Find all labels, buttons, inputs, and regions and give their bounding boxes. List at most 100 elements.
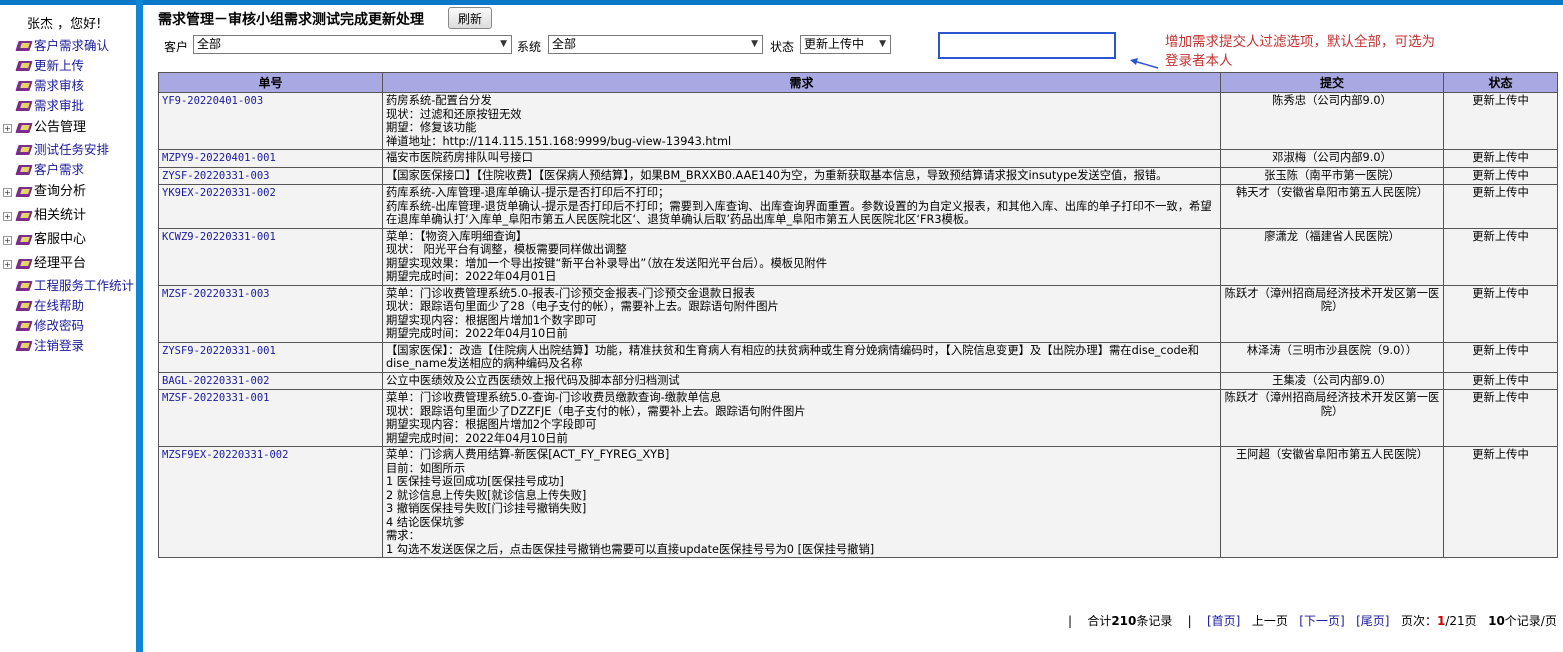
demand-line: 菜单：门诊收费管理系统5.0-报表-门诊预交金报表-门诊预交金退款日报表 [386,286,756,300]
sidebar-item-label[interactable]: 修改密码 [34,316,84,336]
sidebar-item[interactable]: 客户需求 [0,160,136,180]
main-content: 需求管理－审核小组需求测试完成更新处理 刷新 客户 全部 ▼ 系统 全部 ▼ 状… [150,0,1563,652]
expand-plus-icon[interactable]: + [3,124,12,133]
demand-line: 公立中医绩效及公立西医绩效上报代码及脚本部分归档测试 [386,373,680,387]
sidebar-item-label[interactable]: 客户需求确认 [34,36,109,56]
refresh-button[interactable]: 刷新 [448,7,492,29]
sidebar-item-label[interactable]: 客户需求 [34,160,84,180]
page-title: 需求管理－审核小组需求测试完成更新处理 [158,12,424,28]
customer-select[interactable]: 全部 ▼ [193,35,512,54]
sidebar-item-label[interactable]: 注销登录 [34,336,84,356]
sidebar-item-label[interactable]: 相关统计 [34,204,86,228]
book-icon [17,320,33,332]
order-id-link[interactable]: MZSF9EX-20220331-002 [162,449,288,461]
order-id-link[interactable]: MZSF-20220331-003 [162,288,269,300]
demand-line: 4 结论医保坑爹 [386,515,465,529]
sidebar-item[interactable]: 测试任务安排 [0,140,136,160]
demand-line: 期望：修复该功能 [386,121,477,134]
sidebar-item-label[interactable]: 测试任务安排 [34,140,109,160]
expand-plus-icon[interactable]: + [3,212,12,221]
prev-page-text: 上一页 [1251,614,1288,628]
order-id-link[interactable]: YF9-20220401-003 [162,95,263,107]
sidebar-item[interactable]: 客户需求确认 [0,36,136,56]
book-icon [17,234,33,246]
per-page-suffix: 个记录/页 [1504,614,1557,628]
demand-line: 菜单：【物资入库明细查询】 [386,229,528,243]
table-row: YK9EX-20220331-002 药库系统-入库管理-退库单确认-提示是否打印… [158,184,1558,229]
demand-line: 期望实现内容：根据图片增加2个字段即可 [386,418,597,431]
sidebar-item[interactable]: 注销登录 [0,336,136,356]
order-id-link[interactable]: YK9EX-20220331-002 [162,187,276,199]
next-page-link[interactable]: [下一页] [1299,614,1344,628]
annotation-highlight-box [938,32,1116,59]
book-icon [17,186,33,198]
expand-plus-icon[interactable]: + [3,236,12,245]
order-id-link[interactable]: MZPY9-20220401-001 [162,152,276,164]
demand-cell: 【国家医保接口】【住院收费】【医保病人预结算】，如果BM_BRXXB0.AAE1… [382,166,1221,185]
sidebar-item-label[interactable]: 查询分析 [34,180,86,204]
status-select[interactable]: 更新上传中 ▼ [800,35,891,54]
annotation-line-1: 增加需求提交人过滤选项，默认全部，可选为 [1165,34,1435,50]
sidebar-item-label[interactable]: 需求审批 [34,96,84,116]
order-id-link[interactable]: ZYSF-20220331-003 [162,170,269,182]
submitter-cell: 陈跃才（漳州招商局经济技术开发区第一医院） [1220,389,1444,447]
order-id-link[interactable]: MZSF-20220331-001 [162,392,269,404]
expand-plus-icon[interactable]: + [3,260,12,269]
demand-line: 【国家医保】：改造【住院病人出院结算】功能，精准扶贫和生育病人有相应的扶贫病种或… [386,343,1199,371]
book-icon [17,340,33,352]
sidebar-item-label[interactable]: 经理平台 [34,252,86,276]
sidebar-item[interactable]: 在线帮助 [0,296,136,316]
pager-total-suffix: 条记录 [1136,614,1173,628]
chevron-down-icon: ▼ [751,39,758,49]
sidebar-item[interactable]: 工程服务工作统计 [0,276,136,296]
status-cell: 更新上传中 [1443,446,1558,558]
sidebar-item[interactable]: + 公告管理 [0,116,136,140]
book-icon [17,80,33,92]
demand-line: 3 撤销医保挂号失败[门诊挂号撤销失败] [386,502,587,515]
demand-table: 单号 需求 提交 状态 YF9-20220401-003 药房系统-配置台分发 现状… [158,72,1558,558]
column-header-submitter: 提交 [1220,72,1444,93]
sidebar-item[interactable]: 需求审批 [0,96,136,116]
sidebar-item[interactable]: 需求审核 [0,76,136,96]
table-row: MZPY9-20220401-001 福安市医院药房排队叫号接口 邓淑梅（公司内部9… [158,149,1558,168]
sidebar-item-label[interactable]: 工程服务工作统计 [34,276,134,296]
frame-divider[interactable] [136,0,143,652]
book-icon [17,60,33,72]
page-indicator-prefix: 页次： [1400,614,1437,628]
table-row: YF9-20220401-003 药房系统-配置台分发 现状：过滤和还原按钮无效 期望… [158,92,1558,150]
sidebar-item-label[interactable]: 公告管理 [34,116,86,140]
status-select-value: 更新上传中 [804,37,865,51]
demand-line: 期望实现内容：根据图片增加1个数字即可 [386,313,597,327]
demand-line: 现状：过滤和还原按钮无效 [386,107,522,121]
expand-plus-icon[interactable]: + [3,188,12,197]
sidebar-item[interactable]: + 查询分析 [0,180,136,204]
first-page-link[interactable]: [首页] [1207,614,1240,628]
sidebar-item[interactable]: + 客服中心 [0,228,136,252]
order-id-link[interactable]: ZYSF9-20220331-001 [162,345,276,357]
demand-line: 期望完成时间：2022年04月01日 [386,270,557,283]
table-row: BAGL-20220331-002 公立中医绩效及公立西医绩效上报代码及脚本部分归… [158,371,1558,390]
order-id-link[interactable]: KCWZ9-20220331-001 [162,231,276,243]
system-select[interactable]: 全部 ▼ [548,35,763,54]
order-id-link[interactable]: BAGL-20220331-002 [162,375,269,387]
sidebar-item-label[interactable]: 需求审核 [34,76,84,96]
sidebar-item[interactable]: 更新上传 [0,56,136,76]
demand-cell: 【国家医保】：改造【住院病人出院结算】功能，精准扶贫和生育病人有相应的扶贫病种或… [382,341,1221,373]
book-icon [17,300,33,312]
sidebar-item-label[interactable]: 客服中心 [34,228,86,252]
order-id-cell: MZSF-20220331-001 [158,389,383,447]
demand-line: 现状：跟踪语句里面少了DZZFJE（电子支付的帐），需要补上去。跟踪语句附件图片 [386,404,806,418]
pager-separator: | [1068,614,1073,628]
sidebar-item[interactable]: + 经理平台 [0,252,136,276]
sidebar: 张杰 ，您好! 客户需求确认 更新上传 需求审核 需求审批 + 公告管理 测试任务安排 客户需… [0,5,136,652]
sidebar-item[interactable]: + 相关统计 [0,204,136,228]
last-page-link[interactable]: [尾页] [1356,614,1389,628]
order-id-cell: MZPY9-20220401-001 [158,149,383,168]
sidebar-item[interactable]: 修改密码 [0,316,136,336]
sidebar-item-label[interactable]: 在线帮助 [34,296,84,316]
sidebar-item-label[interactable]: 更新上传 [34,56,84,76]
demand-line: 需求： [386,529,420,542]
table-row: MZSF-20220331-001 菜单：门诊收费管理系统5.0-查询-门诊收费员… [158,389,1558,447]
chevron-down-icon: ▼ [500,39,507,49]
table-row: KCWZ9-20220331-001 菜单：【物资入库明细查询】 现状： 阳光平台有… [158,227,1558,286]
